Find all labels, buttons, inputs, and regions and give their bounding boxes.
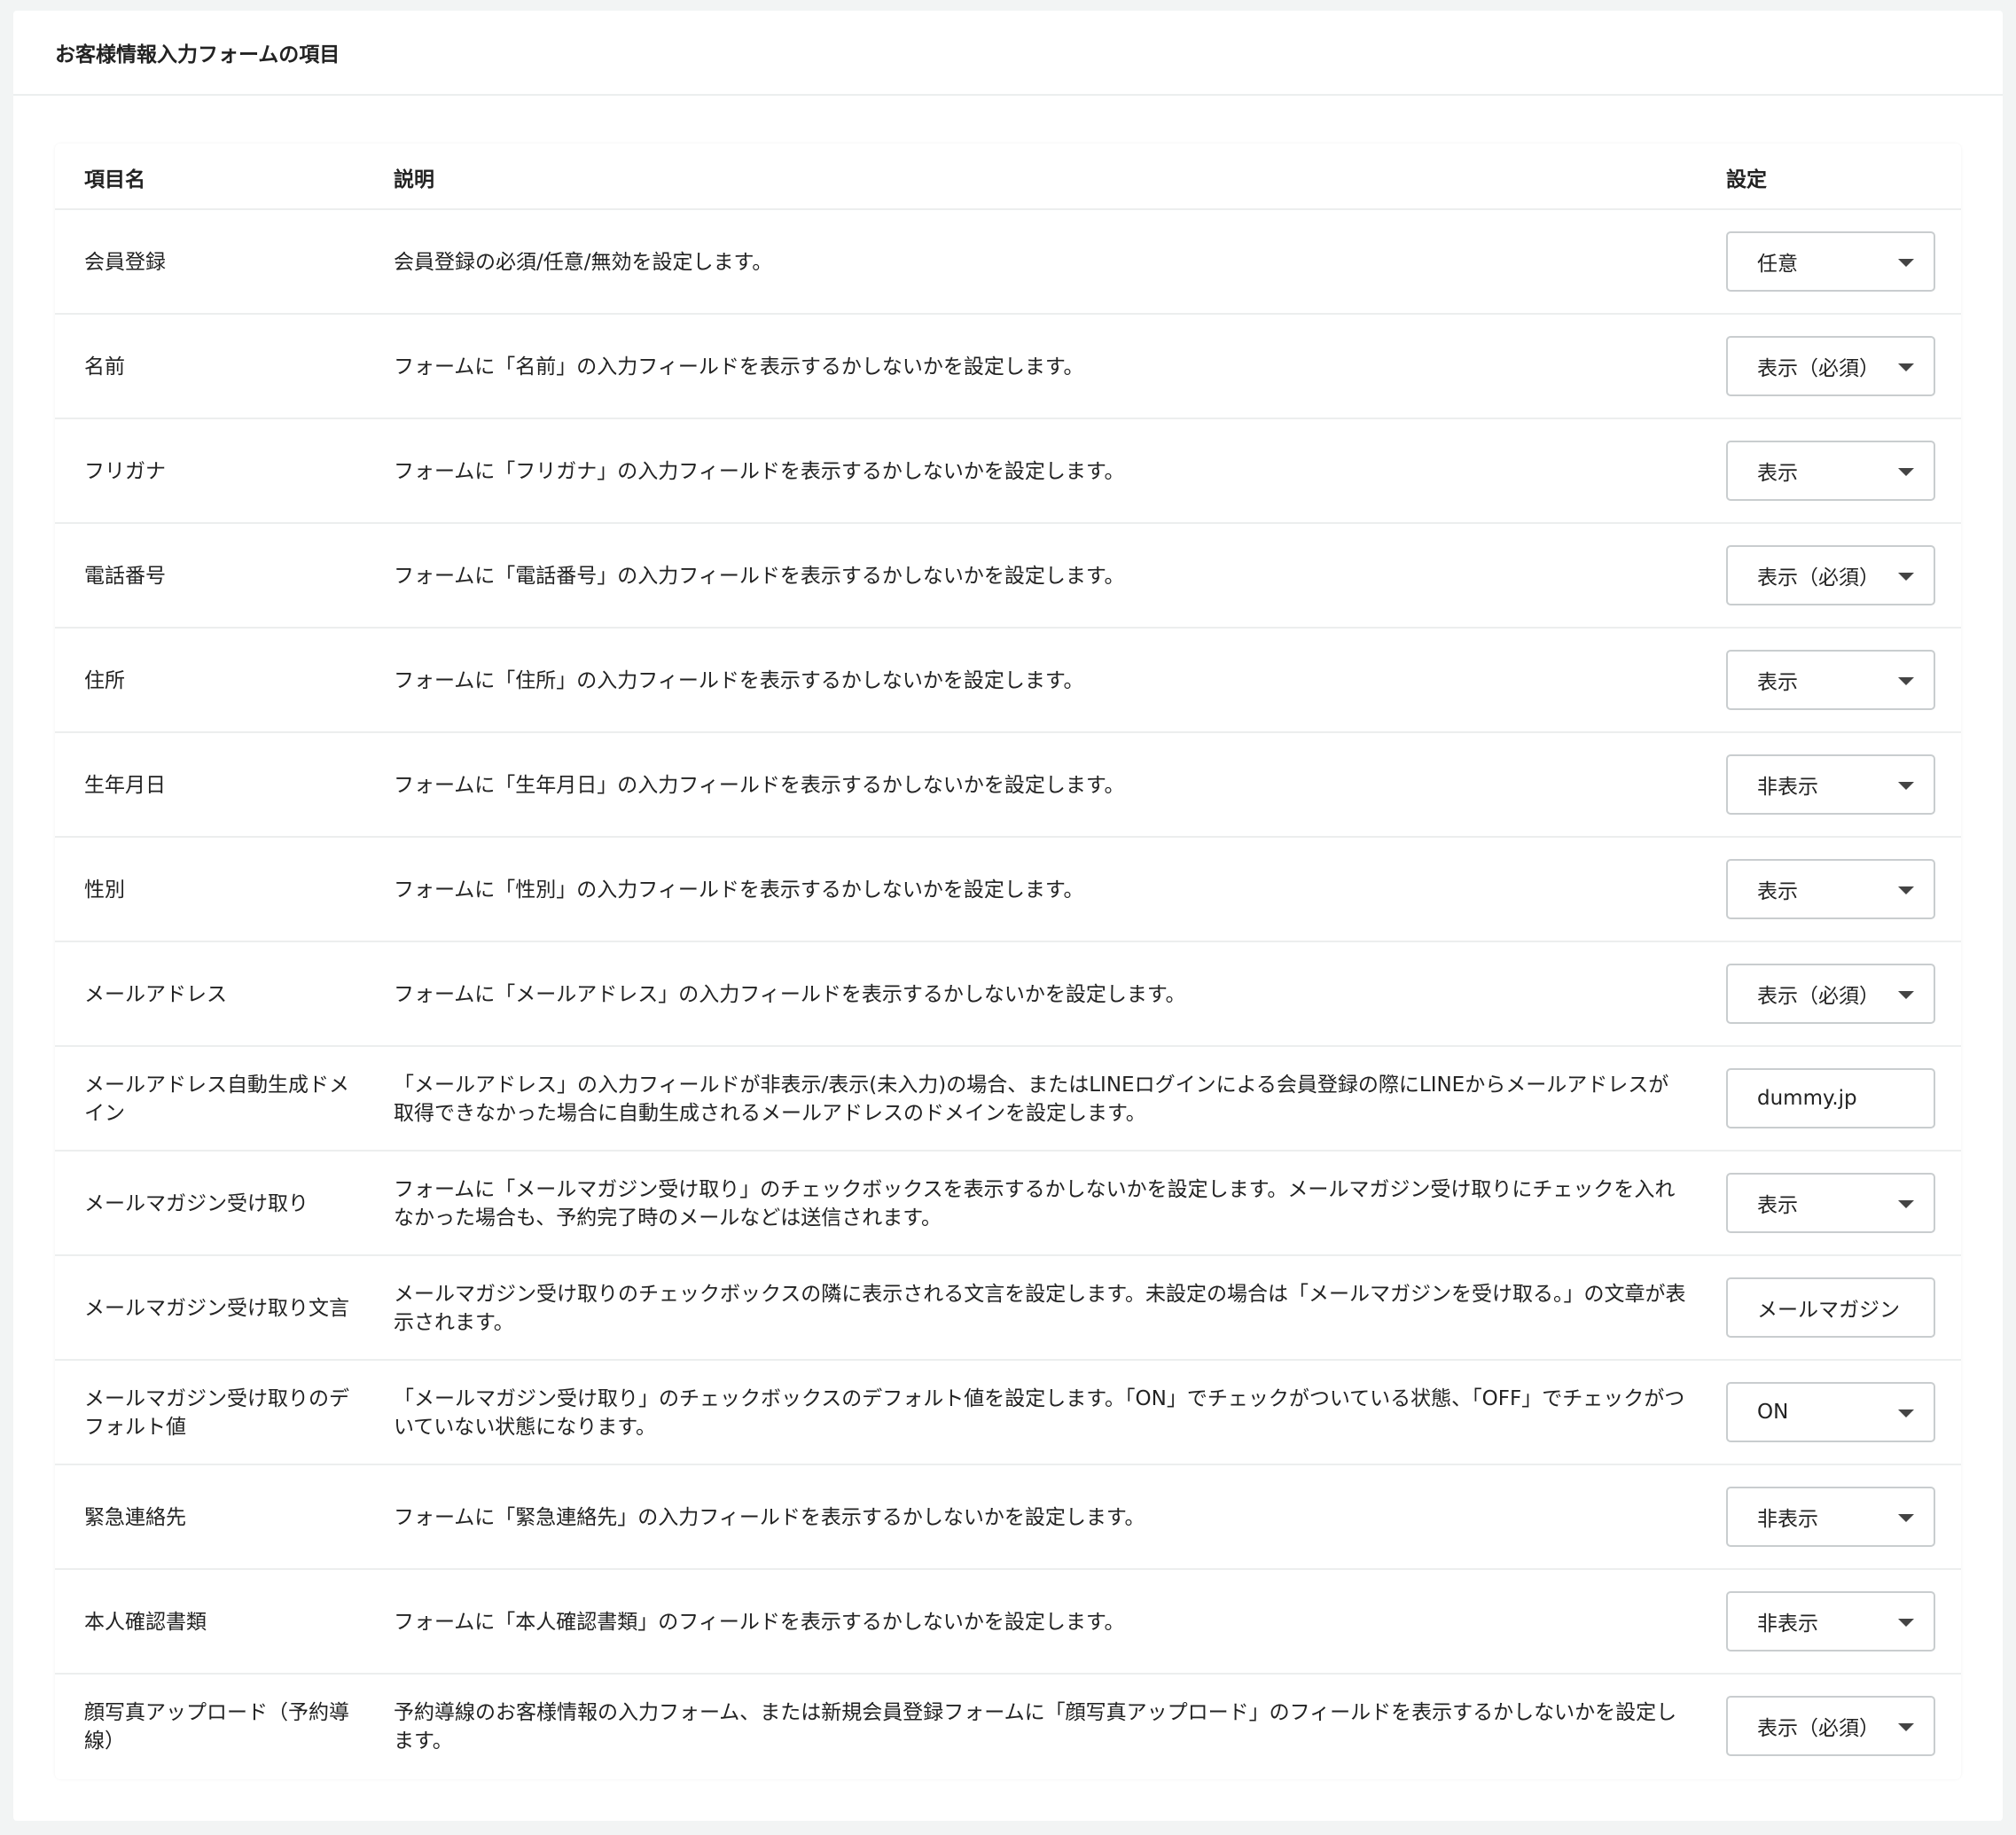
setting-select[interactable]: 表示（必須） <box>1726 336 1935 396</box>
item-name: メールマガジン受け取り文言 <box>84 1297 349 1320</box>
caret-down-icon <box>1898 782 1914 790</box>
table-row: 電話番号 フォームに「電話番号」の入力フィールドを表示するかしないかを設定します。… <box>55 524 1961 629</box>
caret-down-icon <box>1898 677 1914 685</box>
caret-down-icon <box>1898 363 1914 371</box>
item-name: 顔写真アップロード（予約導線） <box>84 1701 349 1753</box>
setting-select[interactable]: 表示 <box>1726 859 1935 919</box>
table-row: 生年月日 フォームに「生年月日」の入力フィールドを表示するかしないかを設定します。… <box>55 733 1961 838</box>
item-description: フォームに「緊急連絡先」の入力フィールドを表示するかしないかを設定します。 <box>394 1506 1145 1529</box>
item-description: フォームに「メールアドレス」の入力フィールドを表示するかしないかを設定します。 <box>394 983 1186 1006</box>
table-row: メールアドレス自動生成ドメイン 「メールアドレス」の入力フィールドが非表示/表示(… <box>55 1047 1961 1152</box>
header-description: 説明 <box>394 168 434 191</box>
item-name: メールマガジン受け取りのデフォルト値 <box>84 1387 349 1439</box>
select-value: 表示 <box>1757 671 1798 694</box>
caret-down-icon <box>1898 1619 1914 1627</box>
caret-down-icon <box>1898 573 1914 581</box>
item-name: 緊急連絡先 <box>84 1506 186 1529</box>
setting-select[interactable]: ON <box>1726 1382 1935 1442</box>
select-value: 表示（必須） <box>1757 985 1879 1008</box>
item-name: 会員登録 <box>84 251 166 274</box>
table-row: メールアドレス フォームに「メールアドレス」の入力フィールドを表示するかしないかを… <box>55 942 1961 1047</box>
select-value: 表示（必須） <box>1757 566 1879 590</box>
item-description: フォームに「住所」の入力フィールドを表示するかしないかを設定します。 <box>394 669 1084 692</box>
caret-down-icon <box>1898 468 1914 476</box>
table-row: 緊急連絡先 フォームに「緊急連絡先」の入力フィールドを表示するかしないかを設定しま… <box>55 1465 1961 1570</box>
table-row: 本人確認書類 フォームに「本人確認書類」のフィールドを表示するかしないかを設定しま… <box>55 1570 1961 1675</box>
caret-down-icon <box>1898 1200 1914 1208</box>
caret-down-icon <box>1898 1723 1914 1731</box>
select-value: 表示 <box>1757 462 1798 485</box>
select-value: 非表示 <box>1757 1508 1818 1531</box>
setting-input[interactable]: メールマガジン <box>1726 1277 1935 1338</box>
panel-title: お客様情報入力フォームの項目 <box>55 43 340 66</box>
item-name: フリガナ <box>84 460 166 483</box>
panel-header: お客様情報入力フォームの項目 <box>13 11 2003 96</box>
item-name: 性別 <box>84 878 125 902</box>
item-description: メールマガジン受け取りのチェックボックスの隣に表示される文言を設定します。未設定… <box>394 1283 1686 1334</box>
item-name: 電話番号 <box>84 565 166 588</box>
table-body: 会員登録 会員登録の必須/任意/無効を設定します。 任意名前 フォームに「名前」の入力… <box>55 210 1961 1779</box>
item-description: フォームに「フリガナ」の入力フィールドを表示するかしないかを設定します。 <box>394 460 1125 483</box>
table-row: メールマガジン受け取り文言 メールマガジン受け取りのチェックボックスの隣に表示され… <box>55 1256 1961 1361</box>
setting-select[interactable]: 表示（必須） <box>1726 964 1935 1024</box>
item-description: 予約導線のお客様情報の入力フォーム、または新規会員登録フォームに「顔写真アップロ… <box>394 1701 1677 1753</box>
item-name: 生年月日 <box>84 774 166 797</box>
caret-down-icon <box>1898 1409 1914 1417</box>
setting-select[interactable]: 表示 <box>1726 1173 1935 1233</box>
item-description: フォームに「本人確認書類」のフィールドを表示するかしないかを設定します。 <box>394 1611 1125 1634</box>
table-row: 住所 フォームに「住所」の入力フィールドを表示するかしないかを設定します。 表示 <box>55 629 1961 733</box>
select-value: ON <box>1757 1401 1789 1424</box>
header-item-name: 項目名 <box>84 168 145 191</box>
form-items-table: 項目名 説明 設定 会員登録 会員登録の必須/任意/無効を設定します。 任意 名前 フォ… <box>55 144 1961 1779</box>
select-value: 表示 <box>1757 1194 1798 1217</box>
table-row: 名前 フォームに「名前」の入力フィールドを表示するかしないかを設定します。 表示（必… <box>55 315 1961 419</box>
select-value: 表示（必須） <box>1757 357 1879 380</box>
caret-down-icon <box>1898 1514 1914 1522</box>
item-description: 「メールマガジン受け取り」のチェックボックスのデフォルト値を設定します。「ON」… <box>394 1387 1685 1439</box>
header-setting: 設定 <box>1726 168 1767 191</box>
setting-select[interactable]: 非表示 <box>1726 1591 1935 1652</box>
setting-select[interactable]: 任意 <box>1726 231 1935 292</box>
settings-panel: お客様情報入力フォームの項目 項目名 説明 設定 会員登録 会員登録の必須/任意/… <box>13 11 2003 1821</box>
item-name: 住所 <box>84 669 125 692</box>
setting-select[interactable]: 表示（必須） <box>1726 545 1935 605</box>
caret-down-icon <box>1898 259 1914 267</box>
setting-select[interactable]: 非表示 <box>1726 754 1935 815</box>
select-value: 非表示 <box>1757 776 1818 799</box>
setting-select[interactable]: 表示 <box>1726 650 1935 710</box>
item-description: 会員登録の必須/任意/無効を設定します。 <box>394 251 773 274</box>
select-value: 非表示 <box>1757 1612 1818 1636</box>
setting-select[interactable]: 非表示 <box>1726 1487 1935 1547</box>
item-description: フォームに「生年月日」の入力フィールドを表示するかしないかを設定します。 <box>394 774 1125 797</box>
table-header: 項目名 説明 設定 <box>55 144 1961 210</box>
table-row: フリガナ フォームに「フリガナ」の入力フィールドを表示するかしないかを設定します。… <box>55 419 1961 524</box>
select-value: 表示（必須） <box>1757 1717 1879 1740</box>
setting-select[interactable]: 表示（必須） <box>1726 1696 1935 1756</box>
setting-input[interactable]: dummy.jp <box>1726 1068 1935 1128</box>
table-row: 性別 フォームに「性別」の入力フィールドを表示するかしないかを設定します。 表示 <box>55 838 1961 942</box>
select-value: 表示 <box>1757 880 1798 903</box>
item-name: メールアドレス自動生成ドメイン <box>84 1074 349 1125</box>
item-description: フォームに「性別」の入力フィールドを表示するかしないかを設定します。 <box>394 878 1084 902</box>
table-row: 顔写真アップロード（予約導線） 予約導線のお客様情報の入力フォーム、または新規会員… <box>55 1675 1961 1779</box>
item-name: 名前 <box>84 355 125 379</box>
item-name: メールマガジン受け取り <box>84 1192 309 1215</box>
item-name: メールアドレス <box>84 983 227 1006</box>
caret-down-icon <box>1898 886 1914 894</box>
select-value: 任意 <box>1757 253 1798 276</box>
item-description: フォームに「メールマガジン受け取り」のチェックボックスを表示するかしないかを設定… <box>394 1178 1676 1230</box>
item-name: 本人確認書類 <box>84 1611 207 1634</box>
item-description: 「メールアドレス」の入力フィールドが非表示/表示(未入力)の場合、またはLINE… <box>394 1074 1669 1125</box>
table-row: メールマガジン受け取り フォームに「メールマガジン受け取り」のチェックボックスを表… <box>55 1152 1961 1256</box>
table-row: メールマガジン受け取りのデフォルト値 「メールマガジン受け取り」のチェックボックス… <box>55 1361 1961 1465</box>
setting-select[interactable]: 表示 <box>1726 441 1935 501</box>
item-description: フォームに「電話番号」の入力フィールドを表示するかしないかを設定します。 <box>394 565 1125 588</box>
caret-down-icon <box>1898 991 1914 999</box>
table-row: 会員登録 会員登録の必須/任意/無効を設定します。 任意 <box>55 210 1961 315</box>
item-description: フォームに「名前」の入力フィールドを表示するかしないかを設定します。 <box>394 355 1084 379</box>
